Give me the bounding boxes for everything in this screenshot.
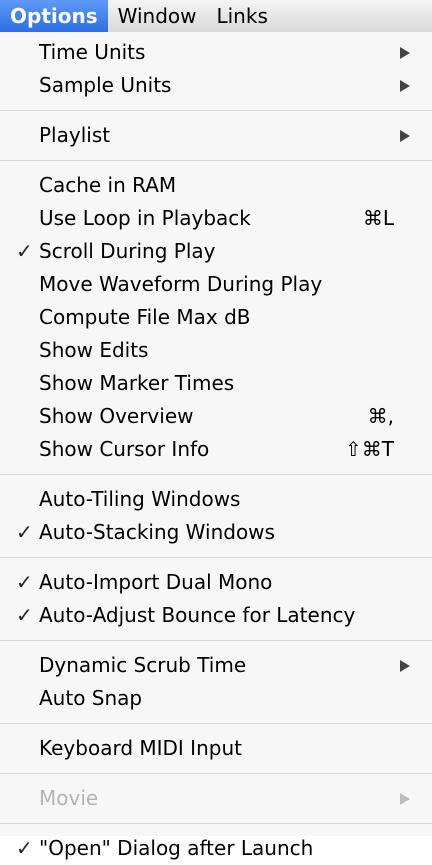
menu-item-auto-adjust-bounce-for-latency[interactable]: ✓ Auto-Adjust Bounce for Latency bbox=[0, 599, 432, 632]
menu-separator bbox=[0, 640, 432, 641]
menu-item-compute-file-max-db[interactable]: Compute File Max dB bbox=[0, 301, 432, 334]
menu-item-keyboard-midi-input[interactable]: Keyboard MIDI Input bbox=[0, 732, 432, 765]
menu-item-show-marker-times[interactable]: Show Marker Times bbox=[0, 367, 432, 400]
submenu-arrow-icon bbox=[400, 130, 410, 142]
menu-separator bbox=[0, 474, 432, 475]
submenu-arrow-icon bbox=[400, 660, 410, 672]
submenu-arrow-icon bbox=[400, 47, 410, 59]
menu-separator bbox=[0, 557, 432, 558]
menu-item-show-cursor-info[interactable]: Show Cursor Info ⇧⌘T bbox=[0, 433, 432, 466]
menu-item-auto-stacking-windows[interactable]: ✓ Auto-Stacking Windows bbox=[0, 516, 432, 549]
checkmark-icon: ✓ bbox=[16, 836, 33, 860]
menu-item-movie: Movie bbox=[0, 782, 432, 815]
menu-item-label: Move Waveform During Play bbox=[39, 272, 323, 296]
menu-bar: Options Window Links bbox=[0, 0, 432, 33]
menu-separator bbox=[0, 160, 432, 161]
menu-item-label: Auto-Tiling Windows bbox=[39, 487, 241, 511]
menu-item-auto-import-dual-mono[interactable]: ✓ Auto-Import Dual Mono bbox=[0, 566, 432, 599]
menu-item-label: Playlist bbox=[39, 123, 111, 147]
menubar-links[interactable]: Links bbox=[206, 0, 277, 32]
menu-item-label: Auto-Import Dual Mono bbox=[39, 570, 273, 594]
menu-item-label: Sample Units bbox=[39, 73, 172, 97]
menu-item-label: "Open" Dialog after Launch bbox=[39, 836, 314, 860]
menu-item-show-overview[interactable]: Show Overview ⌘, bbox=[0, 400, 432, 433]
menu-item-label: Show Edits bbox=[39, 338, 149, 362]
options-dropdown-menu: Time Units Sample Units Playlist Cache in R… bbox=[0, 32, 432, 860]
menu-item-label: Scroll During Play bbox=[39, 239, 216, 263]
menu-item-cache-in-ram[interactable]: Cache in RAM bbox=[0, 169, 432, 202]
keyboard-shortcut: ⌘L bbox=[362, 206, 394, 230]
submenu-arrow-icon bbox=[400, 793, 410, 805]
menu-item-label: Compute File Max dB bbox=[39, 305, 251, 329]
menu-item-sample-units[interactable]: Sample Units bbox=[0, 69, 432, 102]
menu-separator bbox=[0, 723, 432, 724]
checkmark-icon: ✓ bbox=[16, 239, 33, 263]
menu-item-show-edits[interactable]: Show Edits bbox=[0, 334, 432, 367]
menu-item-use-loop-in-playback[interactable]: Use Loop in Playback ⌘L bbox=[0, 202, 432, 235]
keyboard-shortcut: ⇧⌘T bbox=[345, 437, 394, 461]
menu-item-label: Auto Snap bbox=[39, 686, 143, 710]
menu-item-open-dialog-after-launch[interactable]: ✓ "Open" Dialog after Launch bbox=[0, 832, 432, 865]
menu-item-move-waveform-during-play[interactable]: Move Waveform During Play bbox=[0, 268, 432, 301]
menu-separator bbox=[0, 110, 432, 111]
menu-item-label: Keyboard MIDI Input bbox=[39, 736, 242, 760]
submenu-arrow-icon bbox=[400, 80, 410, 92]
checkmark-icon: ✓ bbox=[16, 570, 33, 594]
menu-item-dynamic-scrub-time[interactable]: Dynamic Scrub Time bbox=[0, 649, 432, 682]
menu-item-label: Time Units bbox=[39, 40, 146, 64]
checkmark-icon: ✓ bbox=[16, 603, 33, 627]
menu-item-scroll-during-play[interactable]: ✓ Scroll During Play bbox=[0, 235, 432, 268]
menu-item-label: Auto-Stacking Windows bbox=[39, 520, 275, 544]
keyboard-shortcut: ⌘, bbox=[367, 404, 394, 428]
menu-item-label: Use Loop in Playback bbox=[39, 206, 251, 230]
menubar-options[interactable]: Options bbox=[0, 0, 108, 32]
menu-separator bbox=[0, 773, 432, 774]
menu-item-label: Show Cursor Info bbox=[39, 437, 210, 461]
menu-item-auto-snap[interactable]: Auto Snap bbox=[0, 682, 432, 715]
menu-item-label: Show Overview bbox=[39, 404, 194, 428]
menu-item-label: Movie bbox=[39, 786, 99, 810]
menu-item-label: Show Marker Times bbox=[39, 371, 235, 395]
menubar-window[interactable]: Window bbox=[108, 0, 207, 32]
menu-separator bbox=[0, 823, 432, 824]
menu-item-auto-tiling-windows[interactable]: Auto-Tiling Windows bbox=[0, 483, 432, 516]
menu-item-label: Dynamic Scrub Time bbox=[39, 653, 247, 677]
menu-item-label: Auto-Adjust Bounce for Latency bbox=[39, 603, 356, 627]
menu-item-playlist[interactable]: Playlist bbox=[0, 119, 432, 152]
menu-item-time-units[interactable]: Time Units bbox=[0, 36, 432, 69]
checkmark-icon: ✓ bbox=[16, 520, 33, 544]
menu-item-label: Cache in RAM bbox=[39, 173, 177, 197]
